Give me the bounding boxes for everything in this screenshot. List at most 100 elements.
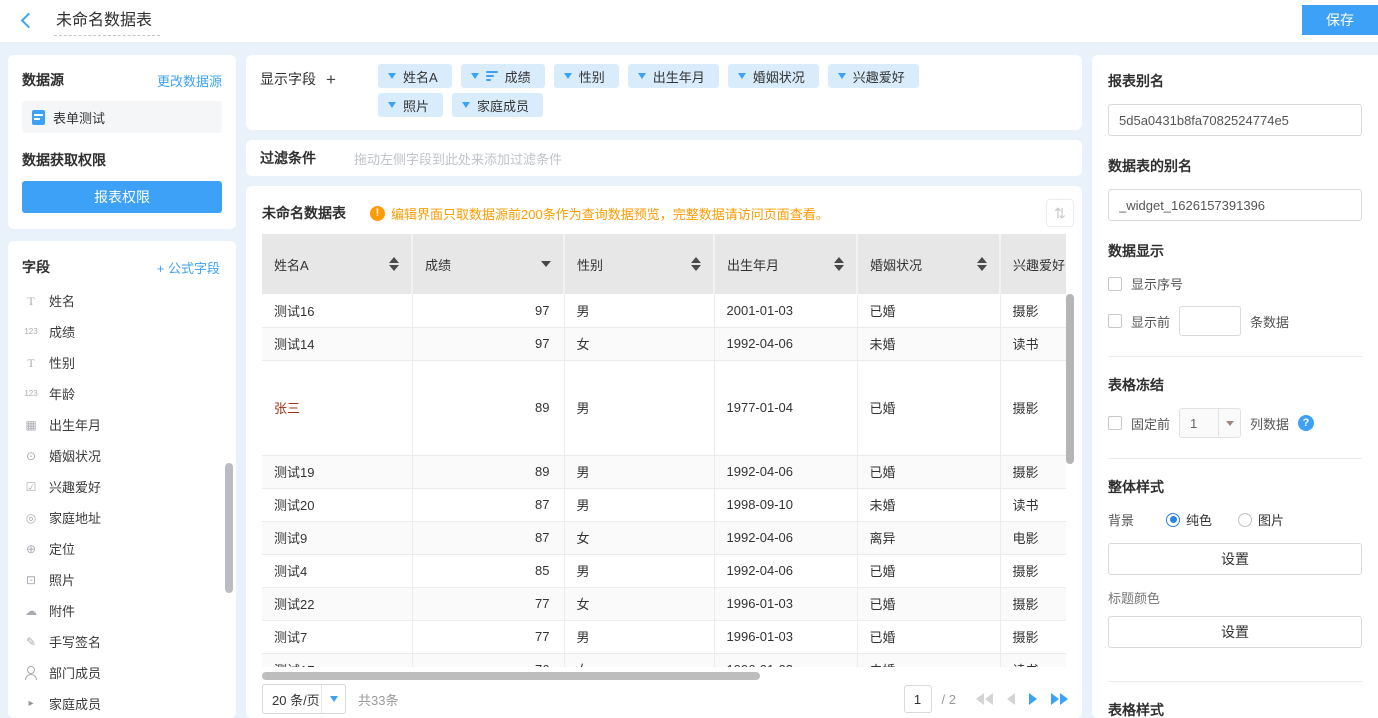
fields-card: 字段 + 公式字段 T姓名123成绩T性别123年龄▦出生年月⊙婚姻状况☑兴趣爱… [8,241,236,718]
add-formula-field-link[interactable]: + 公式字段 [157,258,220,277]
field-item-label: 兴趣爱好 [49,477,101,496]
field-item[interactable]: ☁附件 [22,595,224,626]
chip-label: 婚姻状况 [753,67,805,86]
page-title[interactable]: 未命名数据表 [54,6,160,36]
display-field-chip[interactable]: 婚姻状况 [728,64,819,88]
center-panel: 显示字段 + 姓名A成绩性别出生年月婚姻状况兴趣爱好照片家庭成员 过滤条件 拖动… [246,55,1082,718]
table-cell: 1998-09-10 [714,488,857,521]
report-alias-input[interactable] [1108,104,1362,136]
show-index-checkbox[interactable] [1108,277,1122,291]
preview-table: 姓名A成绩性别出生年月婚姻状况兴趣爱好 测试1697男2001-01-03已婚摄… [262,234,1066,667]
field-item[interactable]: 123成绩 [22,316,224,347]
column-header[interactable]: 婚姻状况 [857,234,1000,294]
freeze-checkbox[interactable] [1108,416,1122,430]
background-solid-option[interactable]: 纯色 [1166,510,1212,529]
column-header[interactable]: 性别 [564,234,714,294]
table-vertical-scrollbar[interactable] [1066,294,1074,464]
change-datasource-link[interactable]: 更改数据源 [157,71,222,90]
report-alias-label: 报表别名 [1108,71,1362,91]
filter-dropzone[interactable]: 拖动左侧字段到此处来添加过滤条件 [354,149,562,168]
permission-title: 数据获取权限 [22,150,222,170]
sort-toggle-icon[interactable] [389,257,399,271]
display-field-chip[interactable]: 出生年月 [628,64,719,88]
table-cell: 女 [564,587,714,620]
column-header[interactable]: 兴趣爱好 [1000,234,1066,294]
show-first-checkbox[interactable] [1108,314,1122,328]
show-first-count-input[interactable] [1179,306,1241,336]
back-icon[interactable] [18,11,38,31]
field-item[interactable]: ▦出生年月 [22,409,224,440]
table-horizontal-scrollbar[interactable] [262,672,760,680]
total-pages: / 2 [942,692,956,707]
display-field-chip[interactable]: 兴趣爱好 [828,64,919,88]
table-cell: 1992-04-06 [714,554,857,587]
column-header[interactable]: 成绩 [412,234,564,294]
current-page-input[interactable]: 1 [904,685,932,713]
filter-card: 过滤条件 拖动左侧字段到此处来添加过滤条件 [246,140,1082,176]
page-size-dropdown[interactable] [321,685,345,713]
table-cell: 男 [564,360,714,455]
sort-toggle-icon[interactable] [834,257,844,271]
field-item[interactable]: T姓名 [22,285,224,316]
total-count: 共33条 [358,690,398,709]
table-cell: 读书 [1000,488,1066,521]
first-page-button[interactable] [976,693,993,705]
field-item-label: 部门成员 [49,663,101,682]
display-field-chip[interactable]: 照片 [378,93,443,117]
page-size-select[interactable]: 20 条/页 [262,684,346,714]
table-body: 测试1697男2001-01-03已婚摄影测试1497女1992-04-06未婚… [262,294,1066,667]
report-permission-button[interactable]: 报表权限 [22,181,222,213]
freeze-title: 表格冻结 [1108,375,1362,395]
table-alias-input[interactable] [1108,189,1362,221]
fields-scrollbar[interactable] [225,463,233,593]
table-cell: 89 [412,360,564,455]
freeze-count-select[interactable]: 1 [1179,408,1241,438]
table-cell: 已婚 [857,360,1000,455]
save-button[interactable]: 保存 [1302,5,1378,35]
background-image-option[interactable]: 图片 [1238,510,1284,529]
table-cell: 97 [412,294,564,327]
radio-unselected-icon [1238,513,1252,527]
table-row: 测试1697男2001-01-03已婚摄影 [262,294,1066,327]
background-set-button[interactable]: 设置 [1108,543,1362,575]
prev-page-button[interactable] [1007,693,1015,705]
radio-selected-icon [1166,513,1180,527]
table-cell: 读书 [1000,327,1066,360]
display-fields-card: 显示字段 + 姓名A成绩性别出生年月婚姻状况兴趣爱好照片家庭成员 [246,55,1082,130]
table-cell: 1977-01-04 [714,360,857,455]
field-item[interactable]: ☑兴趣爱好 [22,471,224,502]
field-item-label: 出生年月 [49,415,101,434]
field-item[interactable]: 部门成员 [22,657,224,688]
display-field-chip[interactable]: 性别 [554,64,619,88]
display-field-chip[interactable]: 姓名A [378,64,452,88]
datasource-name: 表单测试 [53,108,105,127]
sort-toggle-icon[interactable] [977,257,987,271]
column-header[interactable]: 出生年月 [714,234,857,294]
display-field-chip[interactable]: 成绩 [461,64,545,88]
table-cell: 测试22 [262,587,412,620]
sort-order-icon[interactable]: ⇅ [1046,199,1074,227]
add-display-field-icon[interactable]: + [326,71,336,88]
chevron-down-icon [738,73,746,79]
sort-toggle-icon[interactable] [691,257,701,271]
sort-desc-icon[interactable] [541,261,551,267]
next-page-button[interactable] [1029,693,1037,705]
title-color-set-button[interactable]: 设置 [1108,616,1362,648]
help-icon[interactable]: ? [1298,415,1314,431]
field-item[interactable]: ⊕定位 [22,533,224,564]
field-item[interactable]: ▸家庭成员 [22,688,224,718]
display-field-chip[interactable]: 家庭成员 [452,93,543,117]
column-header[interactable]: 姓名A [262,234,412,294]
datasource-item[interactable]: 表单测试 [22,101,222,133]
last-page-button[interactable] [1051,693,1068,705]
table-cell: 男 [564,620,714,653]
field-item[interactable]: ✎手写签名 [22,626,224,657]
field-item[interactable]: ⊡照片 [22,564,224,595]
location-icon: ⊕ [22,543,40,555]
field-item[interactable]: ⊙婚姻状况 [22,440,224,471]
field-item[interactable]: ◎家庭地址 [22,502,224,533]
field-item[interactable]: T性别 [22,347,224,378]
field-item[interactable]: 123年龄 [22,378,224,409]
table-cell: 1992-04-06 [714,327,857,360]
field-item-label: 婚姻状况 [49,446,101,465]
